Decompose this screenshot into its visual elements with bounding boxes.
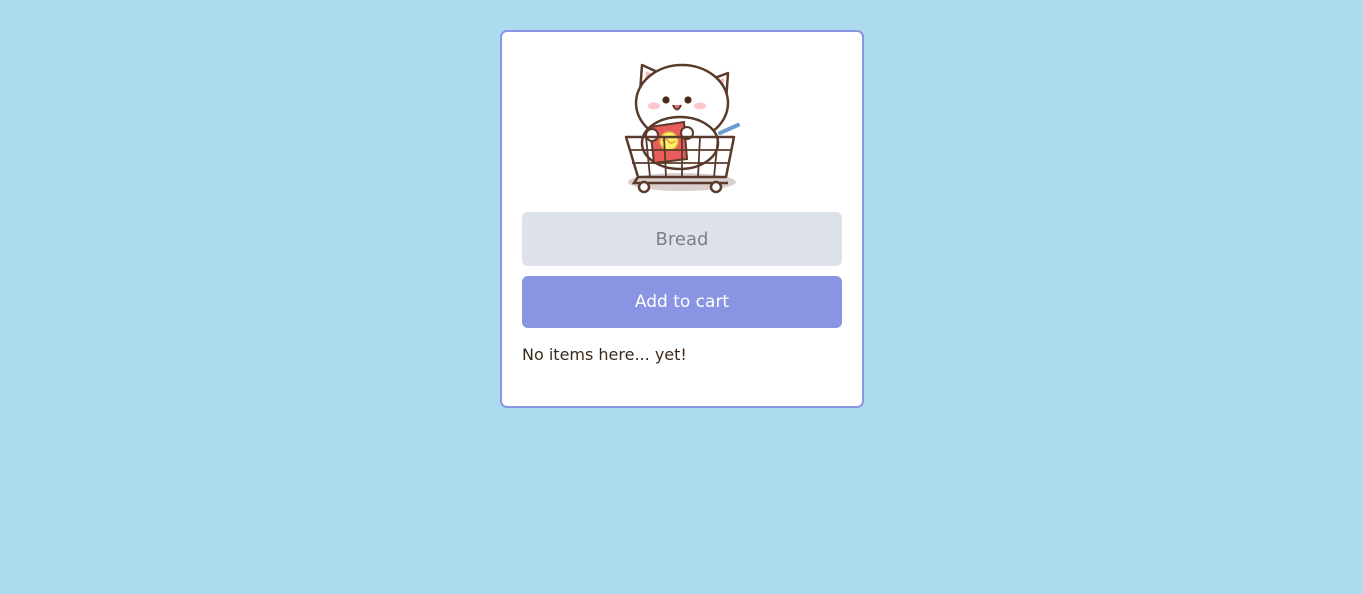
add-to-cart-button[interactable]: Add to cart <box>522 276 842 328</box>
empty-cart-message: No items here... yet! <box>522 345 687 364</box>
item-input[interactable] <box>522 212 842 266</box>
cat-in-shopping-cart-icon <box>624 63 740 194</box>
